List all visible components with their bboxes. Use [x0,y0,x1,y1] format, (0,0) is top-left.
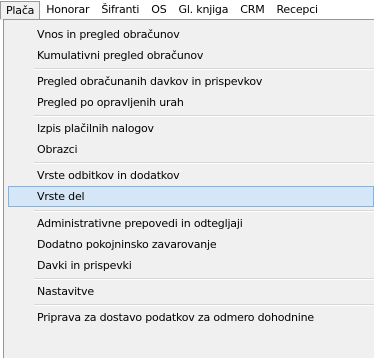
menu-item-dodatno-pokojninsko[interactable]: Dodatno pokojninsko zavarovanje [8,234,374,255]
menu-gl-knjiga[interactable]: Gl. knjiga [173,0,235,19]
menu-item-vnos-pregled-obracunov[interactable]: Vnos in pregled obračunov [8,24,374,45]
menu-item-priprava-dohodnine[interactable]: Priprava za dostavo podatkov za odmero d… [8,307,374,328]
menu-separator [34,304,374,306]
menu-item-nastavitve[interactable]: Nastavitve [8,281,374,302]
menu-separator [34,278,374,280]
menu-recepci[interactable]: Recepci [270,0,323,19]
menu-sifranti[interactable]: Šifranti [95,0,145,19]
menu-item-davki-prispevki[interactable]: Davki in prispevki [8,255,374,276]
menu-os[interactable]: OS [145,0,172,19]
menu-separator [34,210,374,212]
menu-crm[interactable]: CRM [234,0,270,19]
menu-separator [34,115,374,117]
menu-item-vrste-odbitkov[interactable]: Vrste odbitkov in dodatkov [8,165,374,186]
menu-separator [34,68,374,70]
menu-honorar[interactable]: Honorar [40,0,95,19]
menu-bar: Plača Honorar Šifranti OS Gl. knjiga CRM… [0,0,374,20]
menu-item-administrativne-prepovedi[interactable]: Administrativne prepovedi in odtegljaji [8,213,374,234]
menu-placa[interactable]: Plača [0,1,41,19]
menu-separator [34,162,374,164]
menu-item-pregled-davkov[interactable]: Pregled obračunanih davkov in prispevkov [8,71,374,92]
menu-item-pregled-po-urah[interactable]: Pregled po opravljenih urah [8,92,374,113]
menu-item-izpis-placilnih-nalogov[interactable]: Izpis plačilnih nalogov [8,118,374,139]
menu-item-obrazci[interactable]: Obrazci [8,139,374,160]
placa-dropdown-menu: Vnos in pregled obračunov Kumulativni pr… [3,19,374,358]
menu-item-vrste-del[interactable]: Vrste del [8,186,374,207]
menu-item-kumulativni-pregled[interactable]: Kumulativni pregled obračunov [8,45,374,66]
